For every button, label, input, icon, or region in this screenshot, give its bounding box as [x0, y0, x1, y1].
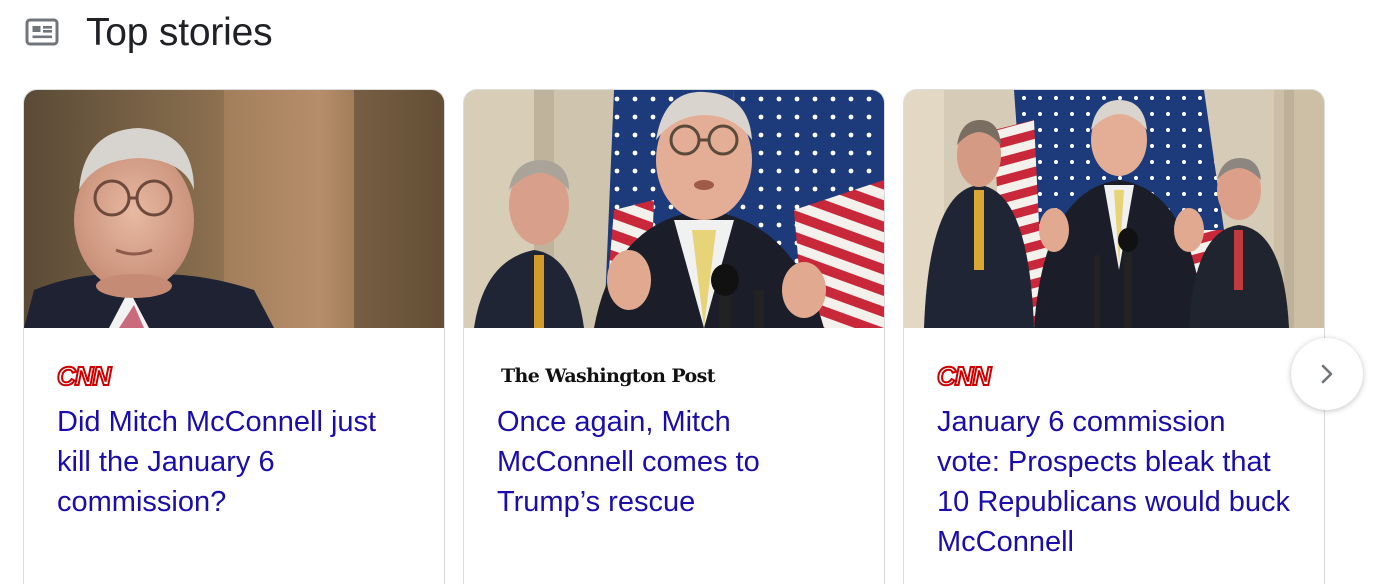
story-card[interactable]: CNN Did Mitch McConnell just kill the Ja… [23, 89, 445, 584]
top-stories-page: Top stories CNN Did Mitch McConnell just… [0, 0, 1384, 584]
source-logo: The Washington Post [497, 362, 851, 390]
story-card[interactable]: The Washington Post Once again, Mitch Mc… [463, 89, 885, 584]
carousel-next-button[interactable] [1291, 338, 1363, 410]
source-name: The Washington Post [501, 364, 715, 387]
source-logo: CNN [936, 361, 1291, 391]
story-headline[interactable]: January 6 commission vote: Prospects ble… [937, 402, 1291, 562]
story-headline[interactable]: Did Mitch McConnell just kill the Januar… [57, 402, 411, 522]
top-stories-header: Top stories [24, 0, 273, 64]
section-title: Top stories [86, 10, 273, 54]
stories-carousel: CNN Did Mitch McConnell just kill the Ja… [0, 89, 1384, 584]
source-name: CNN [936, 361, 992, 391]
story-thumbnail[interactable] [904, 90, 1324, 328]
story-thumbnail[interactable] [24, 90, 444, 328]
news-icon [25, 18, 59, 46]
story-card[interactable]: CNN January 6 commission vote: Prospects… [903, 89, 1325, 584]
story-thumbnail[interactable] [464, 90, 884, 328]
source-name: CNN [56, 361, 112, 391]
story-headline[interactable]: Once again, Mitch McConnell comes to Tru… [497, 402, 851, 522]
source-logo: CNN [56, 361, 411, 391]
chevron-right-icon [1321, 364, 1333, 384]
